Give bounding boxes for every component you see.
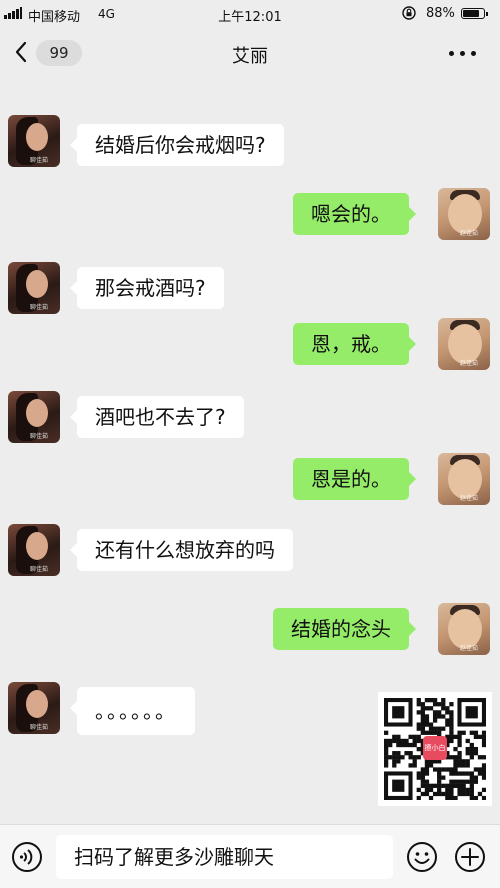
chat-header: 99 艾丽 xyxy=(0,28,500,80)
avatar-watermark: 赵佳茹 xyxy=(460,495,479,502)
message-input[interactable]: 扫码了解更多沙雕聊天 xyxy=(56,835,393,879)
user-avatar[interactable]: 赵佳茹 xyxy=(438,603,490,655)
battery-icon xyxy=(461,8,488,19)
user-avatar[interactable]: 赵佳茹 xyxy=(438,188,490,240)
contact-avatar[interactable]: 聊佳茹 xyxy=(8,115,60,167)
contact-avatar[interactable]: 聊佳茹 xyxy=(8,262,60,314)
contact-avatar[interactable]: 聊佳茹 xyxy=(8,391,60,443)
input-bar: 扫码了解更多沙雕聊天 xyxy=(0,824,500,888)
avatar-watermark: 聊佳茹 xyxy=(30,433,49,440)
sent-message[interactable]: 结婚的念头 xyxy=(273,608,416,650)
plus-icon[interactable] xyxy=(454,841,486,873)
qr-logo: 撩小白 xyxy=(423,736,447,760)
rotation-lock-icon xyxy=(402,6,416,20)
battery-percent: 88% xyxy=(426,6,455,21)
received-message[interactable]: 。。。。。。 xyxy=(70,687,195,735)
contact-avatar[interactable]: 聊佳茹 xyxy=(8,524,60,576)
sent-message[interactable]: 恩是的。 xyxy=(293,458,416,500)
sent-message[interactable]: 嗯会的。 xyxy=(293,193,416,235)
avatar-watermark: 赵佳茹 xyxy=(460,360,479,367)
avatar-watermark: 聊佳茹 xyxy=(30,304,49,311)
avatar-watermark: 聊佳茹 xyxy=(30,157,49,164)
avatar-watermark: 聊佳茹 xyxy=(30,724,49,731)
battery-fill xyxy=(463,10,479,17)
contact-avatar[interactable]: 聊佳茹 xyxy=(8,682,60,734)
received-message[interactable]: 那会戒酒吗? xyxy=(70,267,224,309)
user-avatar[interactable]: 赵佳茹 xyxy=(438,453,490,505)
avatar-watermark: 聊佳茹 xyxy=(30,566,49,573)
voice-icon[interactable] xyxy=(11,841,43,873)
avatar-watermark: 赵佳茹 xyxy=(460,645,479,652)
ellipsis-icon[interactable] xyxy=(446,42,480,66)
clock: 上午12:01 xyxy=(218,10,282,25)
avatar-watermark: 赵佳茹 xyxy=(460,230,479,237)
status-bar: 中国移动 4G 上午12:01 88% xyxy=(0,0,500,28)
received-message[interactable]: 结婚后你会戒烟吗? xyxy=(70,124,284,166)
qr-code-icon[interactable]: 撩小白 xyxy=(378,692,492,806)
sent-message[interactable]: 恩，戒。 xyxy=(293,323,416,365)
received-message[interactable]: 酒吧也不去了? xyxy=(70,396,244,438)
user-avatar[interactable]: 赵佳茹 xyxy=(438,318,490,370)
received-message[interactable]: 还有什么想放弃的吗 xyxy=(70,529,293,571)
emoji-icon[interactable] xyxy=(406,841,438,873)
chat-title: 艾丽 xyxy=(232,46,268,67)
